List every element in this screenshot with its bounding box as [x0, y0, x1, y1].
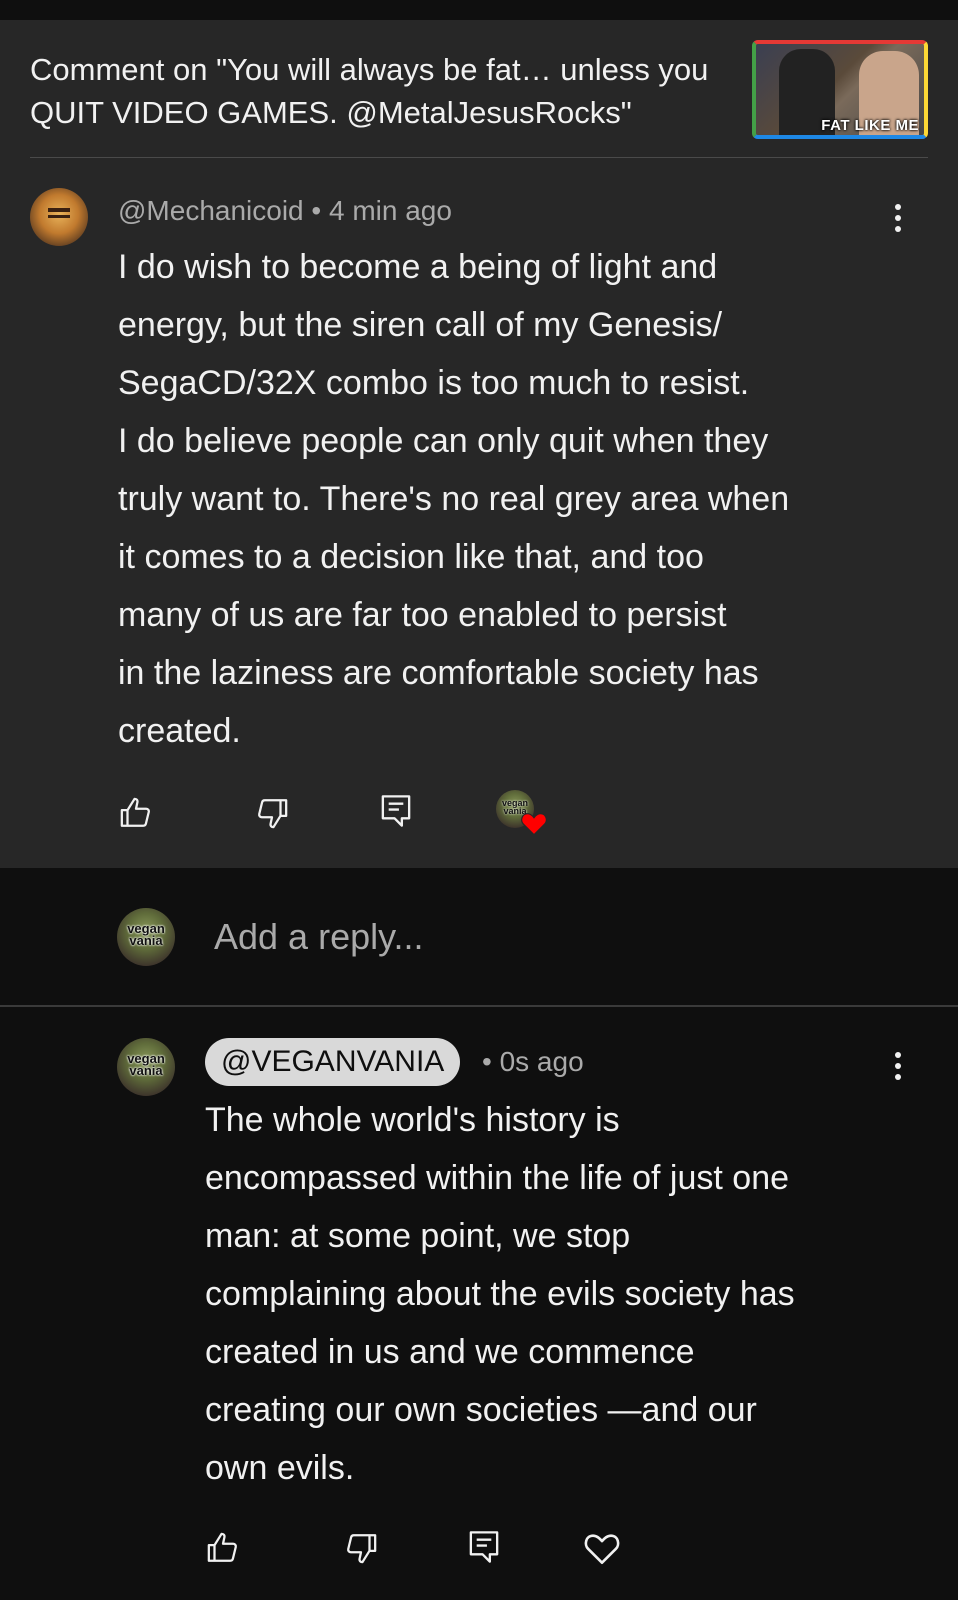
reply-dislike-icon[interactable]: [343, 1531, 379, 1565]
header-divider: [30, 157, 928, 158]
comment-context-title[interactable]: Comment on "You will always be fat… unle…: [30, 48, 730, 134]
reply-like-icon[interactable]: [205, 1531, 241, 1565]
status-bar: [0, 0, 958, 20]
heart-icon[interactable]: [582, 1530, 622, 1566]
reply-avatar[interactable]: vegan vania: [117, 1038, 175, 1096]
reply-divider: [0, 1005, 958, 1007]
like-icon[interactable]: [118, 796, 154, 830]
reply-more-icon[interactable]: [886, 1048, 910, 1084]
reply-time: • 0s ago: [482, 1046, 584, 1077]
current-user-avatar-text: vegan vania: [127, 921, 165, 948]
dislike-icon[interactable]: [254, 796, 290, 830]
reply-body: The whole world's history is encompassed…: [205, 1101, 795, 1487]
comment-meta: @Mechanicoid • 4 min ago: [118, 195, 452, 227]
reply-avatar-text: vegan vania: [127, 1051, 165, 1078]
comment-more-icon[interactable]: [886, 200, 910, 236]
video-thumbnail[interactable]: FAT LIKE ME: [752, 40, 928, 139]
add-reply-input[interactable]: Add a reply...: [214, 916, 423, 958]
reply-icon[interactable]: [378, 792, 414, 830]
thumbnail-caption: FAT LIKE ME: [821, 117, 919, 134]
comment-time: • 4 min ago: [311, 195, 452, 226]
reply-author-chip[interactable]: @VEGANVANIA: [205, 1038, 461, 1086]
comment-body: I do wish to become a being of light and…: [118, 248, 790, 750]
current-user-avatar: vegan vania: [117, 908, 175, 966]
commenter-avatar[interactable]: [30, 188, 88, 246]
comment-author[interactable]: @Mechanicoid: [118, 195, 304, 226]
creator-heart-icon: [521, 813, 547, 836]
reply-reply-icon[interactable]: [466, 1528, 502, 1566]
